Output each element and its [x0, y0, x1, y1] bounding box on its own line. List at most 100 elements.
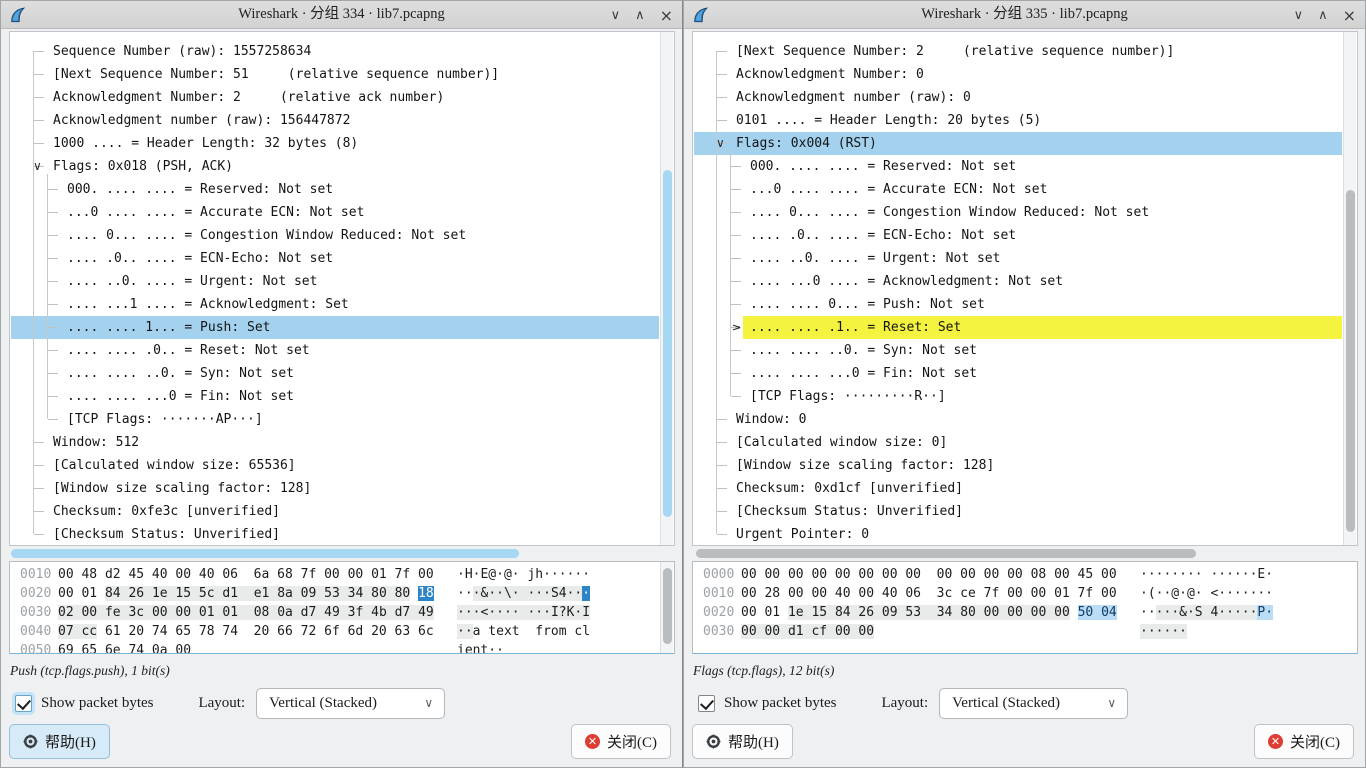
- tree-row[interactable]: [Checksum Status: Unverified]: [694, 500, 1342, 523]
- hex-bytes[interactable]: 07 cc 61 20 74 65 78 74 20 66 72 6f 6d 2…: [58, 622, 434, 641]
- help-button[interactable]: 帮助(H): [692, 724, 793, 759]
- tree-row[interactable]: .... .... 0... = Push: Not set: [694, 293, 1342, 316]
- tree-row[interactable]: .... ...0 .... = Acknowledgment: Not set: [694, 270, 1342, 293]
- tree-row[interactable]: .... ..0. .... = Urgent: Not set: [11, 270, 659, 293]
- tree-row[interactable]: [Checksum Status: Unverified]: [11, 523, 659, 546]
- tree-row[interactable]: .... .0.. .... = ECN-Echo: Not set: [11, 247, 659, 270]
- help-button[interactable]: 帮助(H): [9, 724, 110, 759]
- hex-ascii[interactable]: ·····&·S 4·····P·: [1140, 603, 1273, 622]
- tree-row[interactable]: .... .0.. .... = ECN-Echo: Not set: [694, 224, 1342, 247]
- tree-row[interactable]: [Next Sequence Number: 2 (relative seque…: [694, 40, 1342, 63]
- close-button[interactable]: ✕ 关闭(C): [1254, 724, 1354, 759]
- tree-row[interactable]: 000. .... .... = Reserved: Not set: [11, 178, 659, 201]
- tree-row[interactable]: 1000 .... = Header Length: 32 bytes (8): [11, 132, 659, 155]
- tree-row[interactable]: .... ..0. .... = Urgent: Not set: [694, 247, 1342, 270]
- tree-row[interactable]: .... .... ...0 = Fin: Not set: [11, 385, 659, 408]
- hex-ascii[interactable]: ·H·E@·@· jh······: [457, 565, 590, 584]
- tree-row[interactable]: Acknowledgment Number: 2 (relative ack n…: [11, 86, 659, 109]
- tree-row[interactable]: .... 0... .... = Congestion Window Reduc…: [694, 201, 1342, 224]
- shade-chevron-down-icon[interactable]: ∨: [611, 8, 621, 23]
- hex-bytes[interactable]: 00 00 d1 cf 00 00: [741, 622, 874, 641]
- tree-row[interactable]: .... .... ..0. = Syn: Not set: [694, 339, 1342, 362]
- packet-detail-tree[interactable]: Sequence Number (raw): 1557258634[Next S…: [9, 31, 675, 546]
- tree-row[interactable]: Sequence Number (raw): 1557258634: [11, 40, 659, 63]
- tree-row[interactable]: .... .... ..0. = Syn: Not set: [11, 362, 659, 385]
- scrollbar-thumb[interactable]: [663, 170, 672, 517]
- tree-row[interactable]: [Window size scaling factor: 128]: [11, 477, 659, 500]
- hex-row[interactable]: 001000 48 d2 45 40 00 40 06 6a 68 7f 00 …: [10, 565, 674, 584]
- tree-vertical-scrollbar[interactable]: [1343, 32, 1356, 545]
- hex-row[interactable]: 004007 cc 61 20 74 65 78 74 20 66 72 6f …: [10, 622, 674, 641]
- tree-vertical-scrollbar[interactable]: [660, 32, 673, 545]
- packet-detail-tree[interactable]: [Next Sequence Number: 2 (relative seque…: [692, 31, 1358, 546]
- tree-row[interactable]: 000. .... .... = Reserved: Not set: [694, 155, 1342, 178]
- tree-row[interactable]: [Calculated window size: 65536]: [11, 454, 659, 477]
- expander-expanded-icon[interactable]: ∨: [716, 132, 725, 155]
- tree-row[interactable]: Checksum: 0xd1cf [unverified]: [694, 477, 1342, 500]
- expander-expanded-icon[interactable]: ∨: [33, 155, 42, 178]
- hex-view[interactable]: 000000 00 00 00 00 00 00 00 00 00 00 00 …: [692, 561, 1358, 654]
- hex-bytes[interactable]: 00 01 84 26 1e 15 5c d1 e1 8a 09 53 34 8…: [58, 584, 434, 603]
- tree-row[interactable]: Urgent Pointer: 0: [694, 523, 1342, 546]
- tree-row[interactable]: ∨.... .... .1.. = Reset: Set: [694, 316, 1342, 339]
- hex-view[interactable]: 001000 48 d2 45 40 00 40 06 6a 68 7f 00 …: [9, 561, 675, 654]
- close-window-icon[interactable]: ×: [660, 6, 673, 25]
- tree-horizontal-scrollbar[interactable]: [9, 548, 675, 560]
- titlebar[interactable]: Wireshark · 分组 335 · lib7.pcapng ∨ ∧ ×: [684, 1, 1365, 29]
- scrollbar-thumb[interactable]: [663, 568, 672, 644]
- close-window-icon[interactable]: ×: [1343, 6, 1356, 25]
- show-packet-bytes-checkbox[interactable]: [15, 695, 32, 712]
- tree-row[interactable]: ∨Flags: 0x018 (PSH, ACK): [11, 155, 659, 178]
- expander-collapsed-icon[interactable]: ∨: [725, 323, 748, 332]
- hex-ascii[interactable]: ···&··\· ···S4···: [457, 584, 590, 603]
- show-packet-bytes-checkbox[interactable]: [698, 695, 715, 712]
- hex-row[interactable]: 002000 01 84 26 1e 15 5c d1 e1 8a 09 53 …: [10, 584, 674, 603]
- tree-row[interactable]: Window: 512: [11, 431, 659, 454]
- hex-row[interactable]: 005069 65 6e 74 0a 00ient··: [10, 641, 674, 654]
- hex-ascii[interactable]: ·(··@·@· <·······: [1140, 584, 1273, 603]
- tree-row[interactable]: .... ...1 .... = Acknowledgment: Set: [11, 293, 659, 316]
- shade-chevron-down-icon[interactable]: ∨: [1294, 8, 1304, 23]
- hex-row[interactable]: 002000 01 1e 15 84 26 09 53 34 80 00 00 …: [693, 603, 1357, 622]
- hex-row[interactable]: 003002 00 fe 3c 00 00 01 01 08 0a d7 49 …: [10, 603, 674, 622]
- tree-row[interactable]: [Next Sequence Number: 51 (relative sequ…: [11, 63, 659, 86]
- tree-row[interactable]: Checksum: 0xfe3c [unverified]: [11, 500, 659, 523]
- scrollbar-thumb[interactable]: [696, 549, 1196, 558]
- close-button[interactable]: ✕ 关闭(C): [571, 724, 671, 759]
- hex-bytes[interactable]: 00 48 d2 45 40 00 40 06 6a 68 7f 00 00 0…: [58, 565, 434, 584]
- tree-row[interactable]: .... 0... .... = Congestion Window Reduc…: [11, 224, 659, 247]
- scrollbar-thumb[interactable]: [11, 549, 519, 558]
- hex-bytes[interactable]: 00 01 1e 15 84 26 09 53 34 80 00 00 00 0…: [741, 603, 1117, 622]
- layout-select[interactable]: Vertical (Stacked) ∨: [939, 688, 1128, 719]
- tree-row[interactable]: [Window size scaling factor: 128]: [694, 454, 1342, 477]
- unshade-chevron-up-icon[interactable]: ∧: [1318, 8, 1328, 23]
- hex-vertical-scrollbar[interactable]: [660, 562, 673, 653]
- tree-row[interactable]: Acknowledgment number (raw): 156447872: [11, 109, 659, 132]
- tree-row[interactable]: Acknowledgment number (raw): 0: [694, 86, 1342, 109]
- hex-bytes[interactable]: 69 65 6e 74 0a 00: [58, 641, 191, 654]
- hex-bytes[interactable]: 02 00 fe 3c 00 00 01 01 08 0a d7 49 3f 4…: [58, 603, 434, 622]
- hex-ascii[interactable]: ········ ······E·: [1140, 565, 1273, 584]
- hex-ascii[interactable]: ···<···· ···I?K·I: [457, 603, 590, 622]
- scrollbar-thumb[interactable]: [1346, 190, 1355, 532]
- tree-row[interactable]: [Calculated window size: 0]: [694, 431, 1342, 454]
- hex-row[interactable]: 003000 00 d1 cf 00 00······: [693, 622, 1357, 641]
- hex-bytes[interactable]: 00 00 00 00 00 00 00 00 00 00 00 00 08 0…: [741, 565, 1117, 584]
- tree-row[interactable]: ...0 .... .... = Accurate ECN: Not set: [11, 201, 659, 224]
- tree-row[interactable]: Window: 0: [694, 408, 1342, 431]
- tree-row[interactable]: .... .... ...0 = Fin: Not set: [694, 362, 1342, 385]
- tree-row[interactable]: [TCP Flags: ·······AP···]: [11, 408, 659, 431]
- titlebar[interactable]: Wireshark · 分组 334 · lib7.pcapng ∨ ∧ ×: [1, 1, 682, 29]
- hex-ascii[interactable]: ······: [1140, 622, 1187, 641]
- hex-ascii[interactable]: ient··: [457, 641, 504, 654]
- tree-row[interactable]: .... .... .0.. = Reset: Not set: [11, 339, 659, 362]
- layout-select[interactable]: Vertical (Stacked) ∨: [256, 688, 445, 719]
- tree-row[interactable]: 0101 .... = Header Length: 20 bytes (5): [694, 109, 1342, 132]
- hex-row[interactable]: 001000 28 00 00 40 00 40 06 3c ce 7f 00 …: [693, 584, 1357, 603]
- hex-bytes[interactable]: 00 28 00 00 40 00 40 06 3c ce 7f 00 00 0…: [741, 584, 1117, 603]
- tree-row[interactable]: [TCP Flags: ·········R··]: [694, 385, 1342, 408]
- unshade-chevron-up-icon[interactable]: ∧: [635, 8, 645, 23]
- tree-row[interactable]: ∨Flags: 0x004 (RST): [694, 132, 1342, 155]
- tree-row[interactable]: ...0 .... .... = Accurate ECN: Not set: [694, 178, 1342, 201]
- hex-row[interactable]: 000000 00 00 00 00 00 00 00 00 00 00 00 …: [693, 565, 1357, 584]
